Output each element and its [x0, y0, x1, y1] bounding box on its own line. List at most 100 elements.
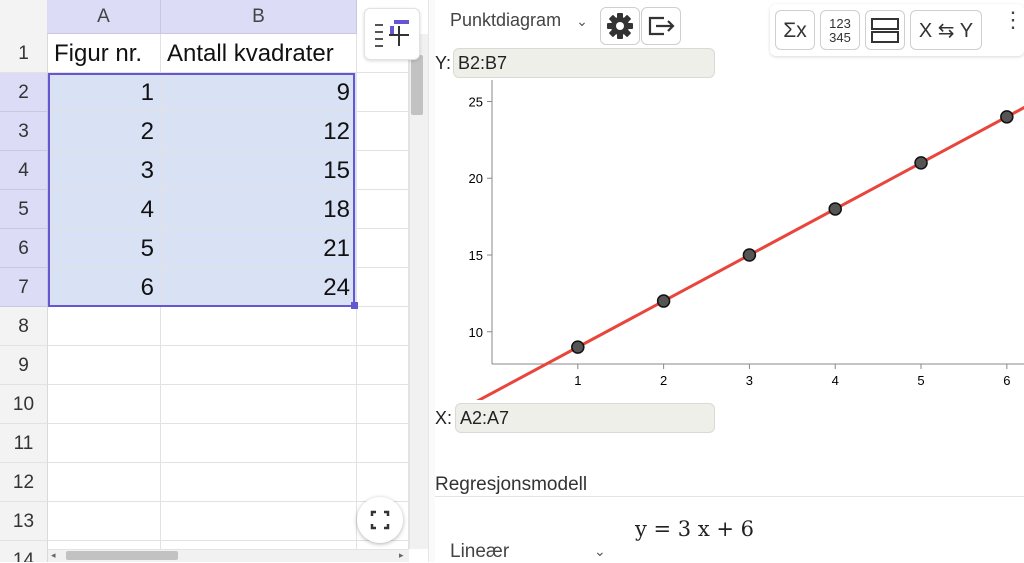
- scroll-left-arrow-icon[interactable]: ◂: [51, 550, 56, 561]
- statistics-button[interactable]: Σx: [775, 10, 815, 50]
- row-header[interactable]: 8: [0, 307, 48, 346]
- cell-a[interactable]: 2: [48, 112, 161, 151]
- row-header[interactable]: 2: [0, 73, 48, 112]
- two-plots-button[interactable]: [865, 10, 905, 50]
- row-header[interactable]: 10: [0, 385, 48, 424]
- y-tick-label: 25: [469, 94, 483, 109]
- export-button[interactable]: [641, 7, 681, 45]
- vertical-scroll-thumb[interactable]: [411, 55, 423, 115]
- y-tick-label: 15: [469, 248, 483, 263]
- gear-icon: [607, 13, 633, 39]
- sheet-corner[interactable]: [0, 0, 48, 35]
- cell-b[interactable]: 12: [161, 112, 357, 151]
- cell-c[interactable]: [357, 346, 409, 385]
- cell-c[interactable]: [357, 190, 409, 229]
- cell-a[interactable]: [48, 385, 161, 424]
- row-header[interactable]: 3: [0, 112, 48, 151]
- row-header[interactable]: 14: [0, 541, 48, 562]
- row-header[interactable]: 13: [0, 502, 48, 541]
- row-header[interactable]: 4: [0, 151, 48, 190]
- x-tick-label: 6: [1003, 373, 1010, 388]
- column-header-a[interactable]: A: [47, 0, 161, 34]
- cell-b[interactable]: Antall kvadrater: [161, 34, 357, 73]
- cell-a[interactable]: [48, 346, 161, 385]
- cell-b[interactable]: 24: [161, 268, 357, 307]
- cell-b[interactable]: [161, 346, 357, 385]
- row-header[interactable]: 1: [0, 34, 48, 73]
- row-header[interactable]: 7: [0, 268, 48, 307]
- cell-b[interactable]: [161, 385, 357, 424]
- cell-c[interactable]: [357, 307, 409, 346]
- plot-type-dropdown[interactable]: Punktdiagram ⌄: [450, 10, 588, 31]
- row-header[interactable]: 9: [0, 346, 48, 385]
- cell-b[interactable]: 21: [161, 229, 357, 268]
- cell-a[interactable]: [48, 502, 161, 541]
- row-header[interactable]: 6: [0, 229, 48, 268]
- cell-b[interactable]: [161, 424, 357, 463]
- cell-c[interactable]: [357, 229, 409, 268]
- cell-c[interactable]: [357, 424, 409, 463]
- y-source-label: Y:: [435, 53, 452, 73]
- scroll-right-arrow-icon[interactable]: ▸: [399, 550, 404, 561]
- export-icon: [648, 16, 675, 36]
- cell-b[interactable]: 9: [161, 73, 357, 112]
- regression-type-label: Lineær: [450, 541, 510, 562]
- split-view-icon: [871, 18, 899, 43]
- cell-b[interactable]: 18: [161, 190, 357, 229]
- x-tick-label: 1: [574, 373, 581, 388]
- y-source-field[interactable]: B2:B7: [453, 48, 715, 78]
- row-header[interactable]: 11: [0, 424, 48, 463]
- cell-a[interactable]: 3: [48, 151, 161, 190]
- data-point[interactable]: [914, 156, 928, 170]
- fill-handle[interactable]: [351, 302, 358, 309]
- row-header[interactable]: 5: [0, 190, 48, 229]
- stats-bottom-label: 345: [829, 30, 851, 45]
- data-point[interactable]: [656, 294, 671, 308]
- cell-a[interactable]: 6: [48, 268, 161, 307]
- data-point[interactable]: [571, 340, 585, 354]
- regression-formula: y = 3 x + 6: [635, 517, 754, 541]
- section-divider: [435, 496, 1024, 497]
- cell-b[interactable]: [161, 463, 357, 502]
- cell-c[interactable]: [357, 112, 409, 151]
- cell-a[interactable]: [48, 463, 161, 502]
- fullscreen-button[interactable]: [357, 497, 403, 543]
- cell-a[interactable]: 1: [48, 73, 161, 112]
- cell-c[interactable]: [357, 385, 409, 424]
- more-options-icon[interactable]: ⋮: [1002, 9, 1024, 31]
- x-tick-label: 5: [917, 373, 924, 388]
- cell-c[interactable]: [357, 73, 409, 112]
- cell-a[interactable]: Figur nr.: [48, 34, 161, 73]
- column-header-b[interactable]: B: [161, 0, 357, 34]
- data-point[interactable]: [742, 248, 757, 262]
- plot-type-label: Punktdiagram: [450, 10, 562, 30]
- sum-icon: Σx: [783, 19, 807, 42]
- cell-b[interactable]: [161, 502, 357, 541]
- x-tick-label: 4: [832, 373, 839, 388]
- data-point[interactable]: [828, 202, 842, 216]
- cell-c[interactable]: [357, 151, 409, 190]
- cell-c[interactable]: [357, 268, 409, 307]
- x-source-label: X:: [435, 408, 453, 428]
- data-point[interactable]: [1000, 110, 1014, 124]
- cell-a[interactable]: 4: [48, 190, 161, 229]
- chevron-down-icon: ⌄: [594, 543, 606, 559]
- row-header[interactable]: 12: [0, 463, 48, 502]
- swap-xy-button[interactable]: X ⇆ Y: [910, 10, 982, 50]
- regression-line: [476, 105, 1024, 400]
- cell-b[interactable]: 15: [161, 151, 357, 190]
- regression-type-dropdown[interactable]: Lineær ⌄: [450, 541, 610, 563]
- spreadsheet-tools-button[interactable]: [364, 8, 420, 60]
- data-table-button[interactable]: 123 345: [820, 10, 860, 50]
- swap-xy-label: X ⇆ Y: [918, 20, 974, 42]
- scatter-plot: 10 15 20 25 1 2 3 4 5 6: [469, 80, 1024, 400]
- chevron-down-icon: ⌄: [576, 13, 588, 29]
- cell-a[interactable]: [48, 307, 161, 346]
- horizontal-scroll-thumb[interactable]: [66, 551, 178, 560]
- settings-button[interactable]: [600, 7, 640, 45]
- cell-b[interactable]: [161, 307, 357, 346]
- x-source-field[interactable]: A2:A7: [455, 403, 715, 433]
- cell-a[interactable]: 5: [48, 229, 161, 268]
- cell-a[interactable]: [48, 424, 161, 463]
- y-tick-label: 10: [469, 325, 483, 340]
